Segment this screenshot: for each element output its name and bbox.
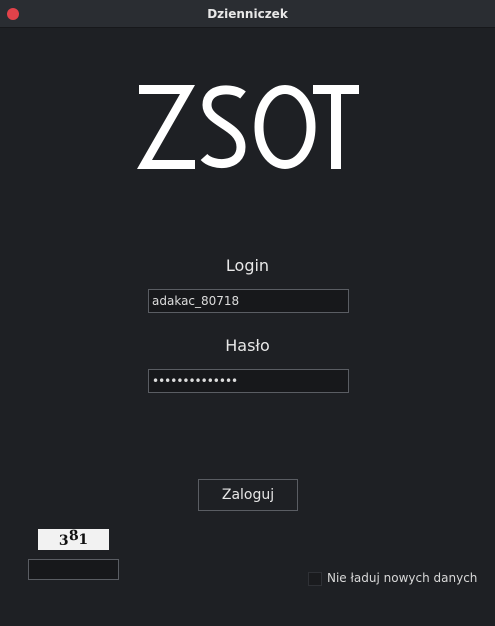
captcha-image: 381: [38, 529, 109, 550]
window-title: Dzienniczek: [207, 7, 288, 21]
password-label: Hasło: [225, 336, 270, 355]
captcha-digit-3: 1: [78, 532, 89, 548]
logo-letter-z: [137, 85, 195, 169]
login-label: Login: [225, 256, 270, 275]
captcha-digit-1: 3: [58, 533, 69, 549]
zsot-logo: [137, 85, 359, 169]
login-button[interactable]: Zaloguj: [198, 479, 298, 511]
logo-letter-t: [313, 85, 359, 169]
logo-letter-s: [200, 85, 246, 169]
logo-letter-o: [254, 85, 316, 169]
login-input[interactable]: [148, 289, 349, 313]
password-input[interactable]: [148, 369, 349, 393]
no-new-data-label[interactable]: Nie ładuj nowych danych: [327, 571, 477, 585]
no-new-data-checkbox[interactable]: [308, 572, 322, 586]
captcha-input[interactable]: [28, 559, 119, 580]
title-bar: Dzienniczek: [0, 0, 495, 28]
